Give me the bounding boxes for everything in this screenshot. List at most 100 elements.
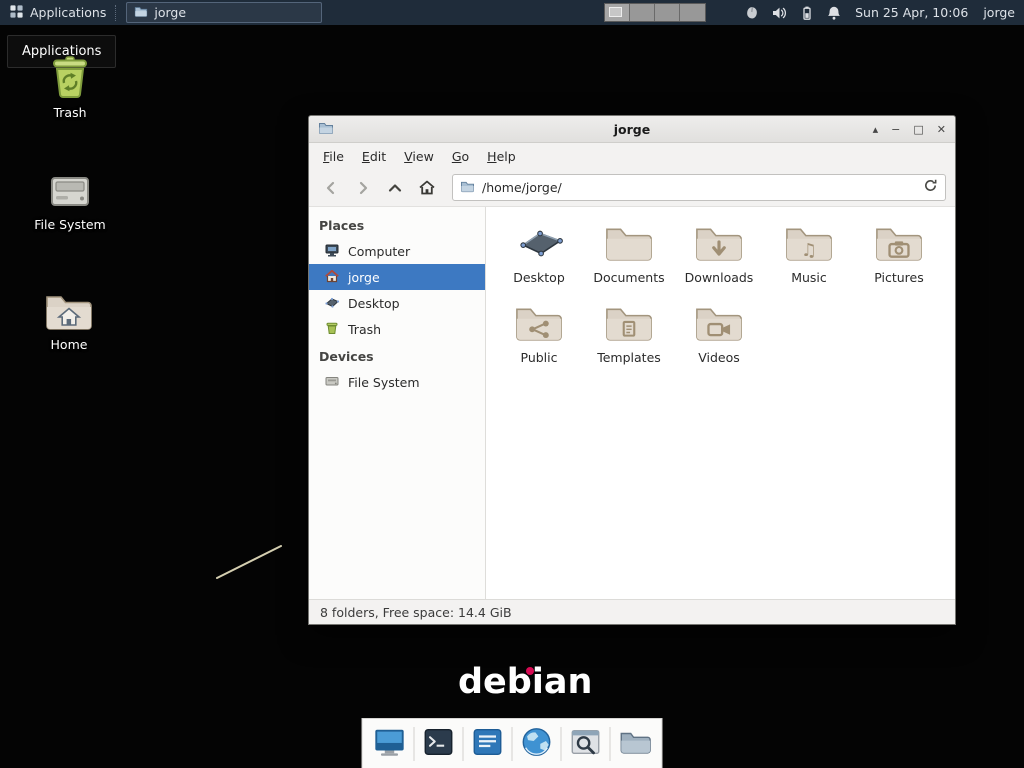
sidebar-item-label: Trash (348, 322, 381, 337)
sidebar-item-jorge[interactable]: jorge (309, 264, 485, 290)
templates-folder-icon (603, 301, 655, 343)
file-manager-window: jorge ▴ − □ ✕ File Edit View Go Help (308, 115, 956, 625)
debian-logo-dot (526, 667, 534, 675)
desktop-icon-label: Trash (25, 105, 115, 120)
maximize-button[interactable]: □ (913, 116, 923, 143)
location-bar[interactable] (452, 174, 946, 201)
panel-separator (115, 5, 122, 21)
workspace-window-thumb (609, 7, 622, 17)
dock-separator (512, 727, 513, 761)
music-folder-icon: ♫ (783, 221, 835, 263)
location-folder-icon (460, 178, 475, 197)
menu-go[interactable]: Go (443, 146, 478, 167)
drive-icon (25, 170, 115, 212)
desktop-icon-label: Home (24, 337, 114, 352)
minimize-button[interactable]: − (891, 116, 900, 143)
sidebar-item-desktop[interactable]: Desktop (309, 290, 485, 316)
desktop-mini-icon (324, 294, 340, 313)
taskbar-window-button[interactable]: jorge (126, 2, 322, 23)
workspace-2[interactable] (630, 4, 655, 21)
places-header: Places (309, 211, 485, 238)
sidebar-item-computer[interactable]: Computer (309, 238, 485, 264)
sidebar: Places Computer jorge (309, 207, 486, 599)
folder-item-public[interactable]: Public (495, 301, 583, 365)
system-tray (744, 5, 842, 21)
folder-label: Pictures (874, 270, 924, 285)
status-text: 8 folders, Free space: 14.4 GiB (320, 605, 512, 620)
folder-item-videos[interactable]: Videos (675, 301, 763, 365)
folder-label: Downloads (685, 270, 754, 285)
notification-bell-icon[interactable] (826, 5, 842, 21)
menu-edit[interactable]: Edit (353, 146, 395, 167)
back-button[interactable] (318, 175, 344, 201)
web-browser-launcher[interactable] (515, 722, 559, 766)
forward-button[interactable] (350, 175, 376, 201)
reload-icon[interactable] (923, 178, 938, 197)
battery-icon[interactable] (799, 5, 815, 21)
menu-help[interactable]: Help (478, 146, 525, 167)
terminal-launcher-icon (422, 725, 456, 763)
file-manager-launcher[interactable] (613, 722, 657, 766)
applications-menu-button[interactable]: Applications (0, 0, 115, 25)
menubar: File Edit View Go Help (309, 143, 955, 169)
titlebar[interactable]: jorge ▴ − □ ✕ (309, 116, 955, 143)
dock-separator (414, 727, 415, 761)
debian-logo: debian (458, 662, 592, 702)
close-button[interactable]: ✕ (937, 116, 946, 143)
text-editor-launcher-icon (471, 725, 505, 763)
desktop-launcher[interactable] (368, 722, 412, 766)
sidebar-item-trash[interactable]: Trash (309, 316, 485, 342)
folder-label: Music (791, 270, 827, 285)
text-editor-launcher[interactable] (466, 722, 510, 766)
taskbar-window-label: jorge (154, 5, 186, 20)
terminal-launcher[interactable] (417, 722, 461, 766)
sidebar-item-file-system[interactable]: File System (309, 369, 485, 395)
pictures-folder-icon (873, 221, 925, 263)
volume-icon[interactable] (771, 5, 788, 21)
sidebar-item-label: jorge (348, 270, 380, 285)
folder-label: Public (521, 350, 558, 365)
downloads-folder-icon (693, 221, 745, 263)
up-button[interactable] (382, 175, 408, 201)
debian-logo-text: debian (458, 662, 592, 702)
desktop-folder-icon (513, 221, 565, 263)
computer-icon (324, 242, 340, 261)
workspace-3[interactable] (655, 4, 680, 21)
folder-item-pictures[interactable]: Pictures (855, 221, 943, 285)
folder-item-downloads[interactable]: Downloads (675, 221, 763, 285)
folder-label: Videos (698, 350, 740, 365)
home-button[interactable] (414, 175, 440, 201)
window-controls: ▴ − □ ✕ (873, 116, 946, 143)
folder-grid: Desktop Documents (486, 207, 955, 365)
folder-label: Documents (593, 270, 664, 285)
trash-mini-icon (324, 320, 340, 339)
desktop-icon-home[interactable]: Home (24, 290, 114, 352)
desktop: Applications jorge (0, 0, 1024, 768)
dock-separator (561, 727, 562, 761)
workspace-4[interactable] (680, 4, 705, 21)
folder-item-music[interactable]: ♫ Music (765, 221, 853, 285)
desktop-artifact-line (210, 540, 290, 586)
workspace-1[interactable] (605, 4, 630, 21)
folder-item-documents[interactable]: Documents (585, 221, 673, 285)
applications-icon (9, 4, 24, 22)
folder-item-templates[interactable]: Templates (585, 301, 673, 365)
sidebar-item-label: Desktop (348, 296, 400, 311)
home-icon (324, 268, 340, 287)
location-input[interactable] (482, 180, 916, 195)
mouse-tray-icon[interactable] (744, 5, 760, 21)
panel-clock[interactable]: Sun 25 Apr, 10:06 (855, 5, 968, 20)
shade-button[interactable]: ▴ (873, 116, 879, 143)
menu-file[interactable]: File (314, 146, 353, 167)
folder-item-desktop[interactable]: Desktop (495, 221, 583, 285)
desktop-icon-file-system[interactable]: File System (25, 170, 115, 232)
menu-view[interactable]: View (395, 146, 443, 167)
desktop-icon-label: File System (25, 217, 115, 232)
window-body: Places Computer jorge (309, 207, 955, 599)
desktop-icon-trash[interactable]: Trash (25, 54, 115, 120)
folder-view[interactable]: Desktop Documents (486, 207, 955, 599)
folder-label: Desktop (513, 270, 565, 285)
statusbar: 8 folders, Free space: 14.4 GiB (309, 599, 955, 624)
applications-label: Applications (30, 5, 106, 20)
app-finder-launcher[interactable] (564, 722, 608, 766)
